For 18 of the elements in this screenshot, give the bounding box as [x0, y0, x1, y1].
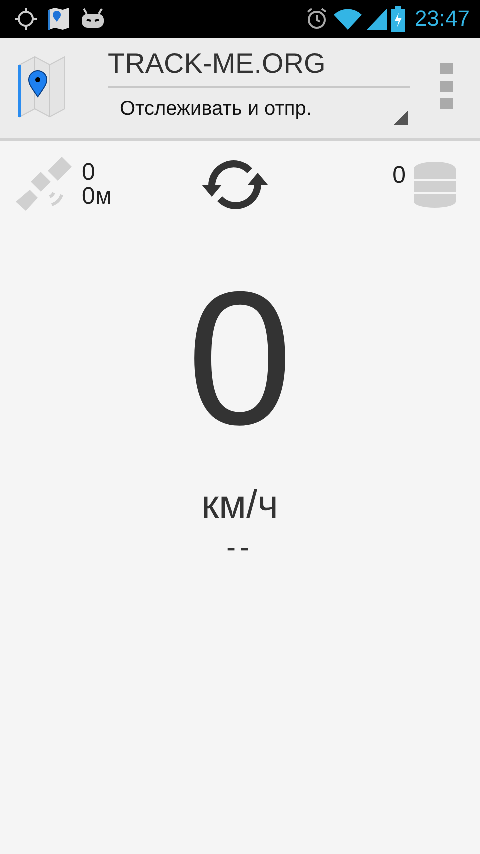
accuracy-value: 0м	[82, 185, 112, 209]
map-icon	[48, 7, 70, 31]
dropdown-arrow-icon	[394, 110, 408, 124]
battery-icon	[390, 6, 405, 32]
wifi-icon	[332, 7, 363, 31]
speed-value: 0	[187, 259, 293, 459]
signal-icon	[366, 7, 387, 31]
alarm-icon	[304, 7, 329, 31]
satellite-count: 0	[82, 161, 96, 185]
stored-count: 0	[392, 162, 406, 190]
database-icon	[414, 162, 456, 208]
secondary-value: --	[226, 532, 254, 564]
gps-icon	[14, 7, 38, 31]
mode-dropdown[interactable]: Отслеживать и отпр.	[108, 88, 410, 128]
robot-icon	[80, 8, 106, 30]
clock: 23:47	[414, 6, 470, 32]
app-title: TRACK-ME.ORG	[108, 48, 410, 88]
speed-unit: км/ч	[202, 483, 278, 528]
